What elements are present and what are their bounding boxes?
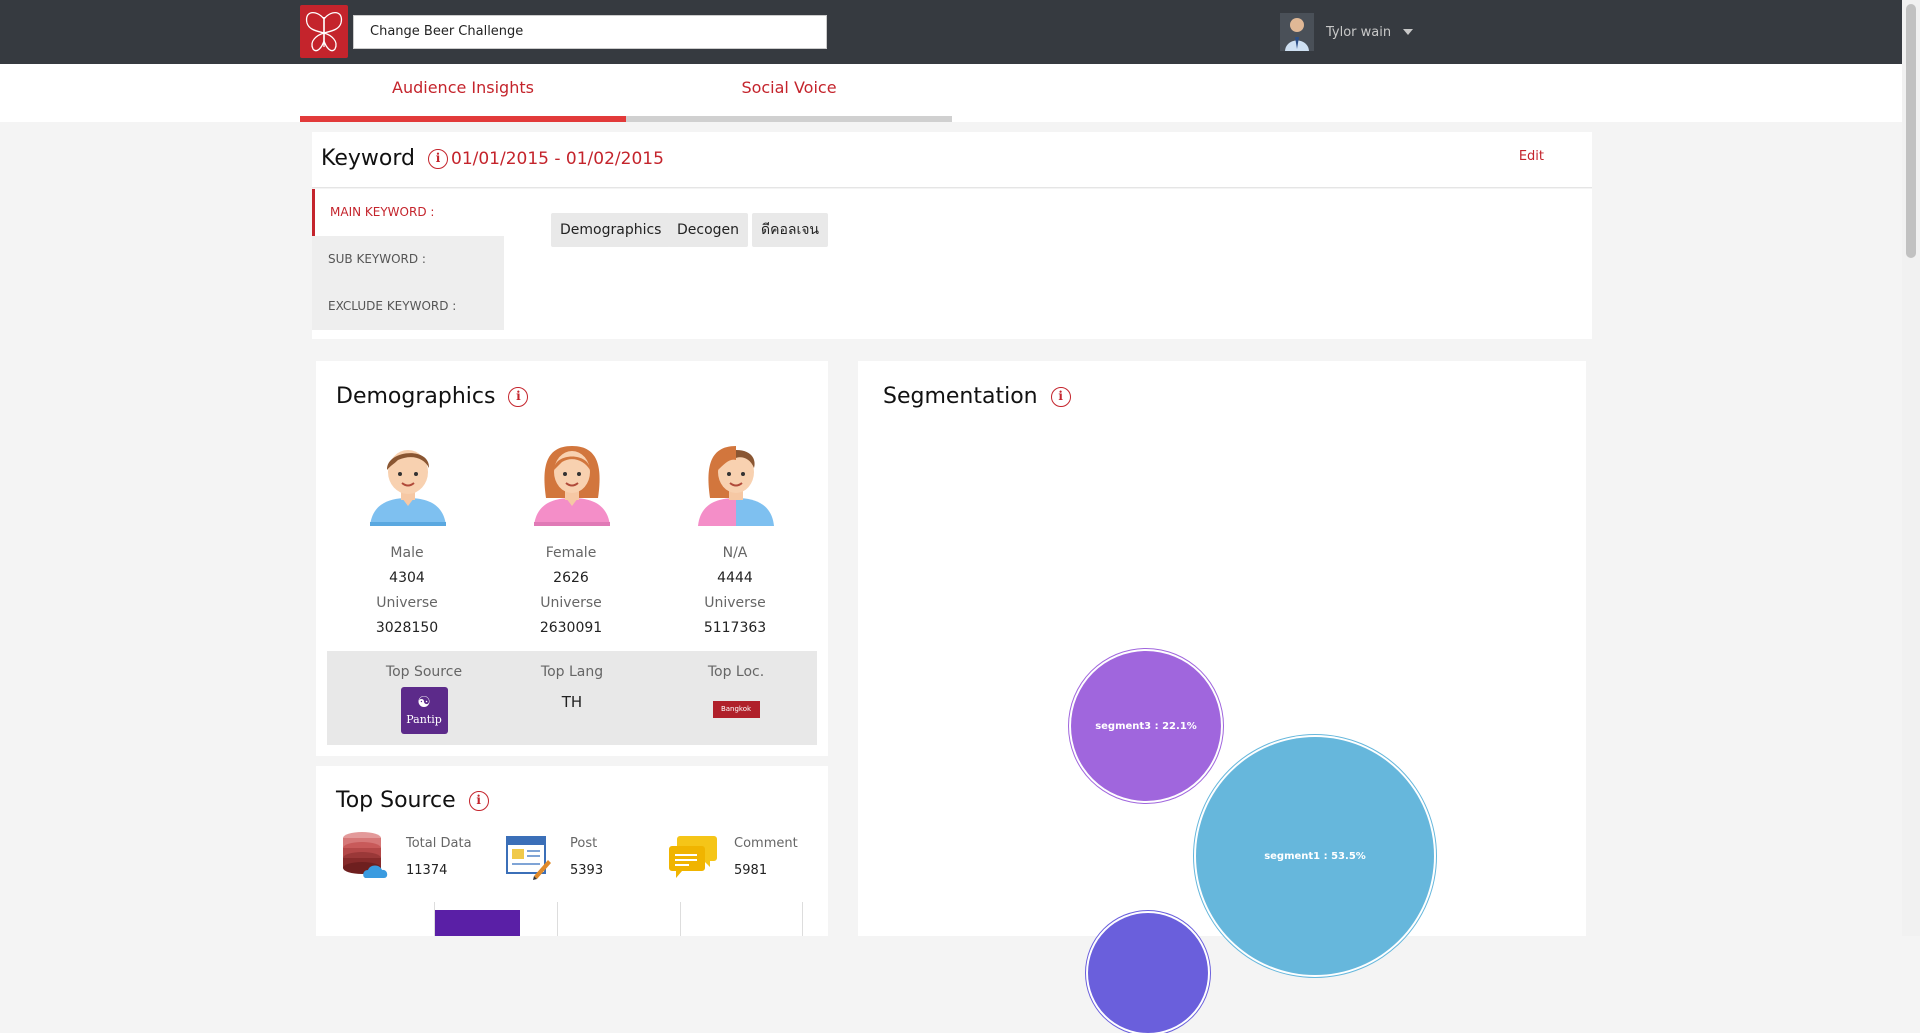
tab-indicator xyxy=(626,116,952,122)
user-avatar-icon xyxy=(1280,13,1314,51)
na-count: 4444 xyxy=(717,570,753,586)
grid-line xyxy=(434,902,435,936)
user-name[interactable]: Tylor wain xyxy=(1326,25,1391,40)
sub-keyword-tab[interactable]: SUB KEYWORD : xyxy=(312,236,504,283)
keyword-chip[interactable]: Decogen xyxy=(668,213,749,247)
scrollbar-thumb[interactable] xyxy=(1906,4,1916,258)
page-scrollbar[interactable] xyxy=(1902,0,1920,936)
post-value: 5393 xyxy=(570,863,604,878)
tab-label: Social Voice xyxy=(741,78,837,97)
female-count: 2626 xyxy=(553,570,589,586)
segmentation-title: Segmentation xyxy=(883,384,1038,409)
segment-bubble[interactable]: segment3 : 22.1% xyxy=(1071,651,1221,801)
na-label: N/A xyxy=(722,545,748,561)
keyword-title: Keyword xyxy=(321,146,415,171)
male-label: Male xyxy=(390,545,424,561)
total-data-value: 11374 xyxy=(406,863,448,878)
male-universe: 3028150 xyxy=(375,620,439,636)
comment-label: Comment xyxy=(734,836,798,851)
tab-indicator xyxy=(300,116,626,122)
universe-label: Universe xyxy=(704,595,766,611)
grid-line xyxy=(802,902,803,936)
info-icon[interactable]: i xyxy=(427,149,448,169)
top-source-title: Top Source xyxy=(336,788,456,813)
total-data-label: Total Data xyxy=(406,836,472,851)
pantip-logo-text: Pantip xyxy=(406,713,442,726)
source-bar[interactable] xyxy=(434,910,520,936)
unknown-gender-avatar-icon xyxy=(698,446,774,526)
pantip-logo-icon: ☯ Pantip xyxy=(400,687,448,734)
database-icon xyxy=(343,832,388,878)
top-navbar: Change Beer Challenge Tylor wain xyxy=(0,0,1902,64)
male-count: 4304 xyxy=(389,570,425,586)
segmentation-title-group: Segmentation i xyxy=(883,384,1071,409)
chevron-down-icon[interactable] xyxy=(1403,29,1414,35)
exclude-keyword-tab[interactable]: EXCLUDE KEYWORD : xyxy=(312,283,504,330)
keyword-chip[interactable]: Demographics xyxy=(551,213,671,247)
demographics-title-group: Demographics i xyxy=(336,384,529,409)
top-loc-cell: Top Loc. Bangkok xyxy=(656,664,816,718)
universe-label: Universe xyxy=(540,595,602,611)
male-avatar-icon xyxy=(370,450,446,526)
tab-social-voice[interactable]: Social Voice xyxy=(626,64,952,122)
date-range: 01/01/2015 - 01/02/2015 xyxy=(451,149,664,169)
bangkok-flag-icon: Bangkok xyxy=(712,701,760,718)
top-source-cell: Top Source ☯ Pantip xyxy=(344,664,504,734)
female-label: Female xyxy=(545,545,597,561)
demographics-title: Demographics xyxy=(336,384,496,409)
top-source-title-group: Top Source i xyxy=(336,788,489,813)
grid-line xyxy=(557,902,558,936)
comment-value: 5981 xyxy=(734,863,768,878)
keyword-header: Keyword i 01/01/2015 - 01/02/2015 Edit xyxy=(312,132,1592,188)
top-lang-value: TH xyxy=(561,693,583,711)
female-universe: 2630091 xyxy=(539,620,603,636)
info-icon[interactable]: i xyxy=(1050,387,1071,407)
main-keyword-tab[interactable]: MAIN KEYWORD : xyxy=(312,189,504,236)
info-icon[interactable]: i xyxy=(508,387,529,407)
na-universe: 5117363 xyxy=(703,620,767,636)
tab-audience-insights[interactable]: Audience Insights xyxy=(300,64,626,122)
post-label: Post xyxy=(570,836,598,851)
grid-line xyxy=(680,902,681,936)
search-input[interactable]: Change Beer Challenge xyxy=(353,15,827,49)
tab-bar: Audience Insights Social Voice xyxy=(0,64,1902,122)
top-loc-label: Top Loc. xyxy=(707,664,765,680)
female-avatar-icon xyxy=(534,446,610,526)
segment-bubble[interactable]: segment1 : 53.5% xyxy=(1196,737,1434,975)
butterfly-logo-icon[interactable] xyxy=(300,5,348,58)
info-icon[interactable]: i xyxy=(468,791,489,811)
male-stats: Male 4304 Universe 3028150 xyxy=(327,545,487,636)
universe-label: Universe xyxy=(376,595,438,611)
post-icon xyxy=(506,836,551,880)
keyword-title-group: Keyword i xyxy=(321,146,448,171)
keyword-sidebar: MAIN KEYWORD : SUB KEYWORD : EXCLUDE KEY… xyxy=(312,189,504,330)
top-summary-strip: Top Source ☯ Pantip Top Lang TH Top Loc.… xyxy=(327,651,817,745)
comment-icon xyxy=(669,836,717,878)
edit-button[interactable]: Edit xyxy=(1519,149,1544,164)
keyword-body: MAIN KEYWORD : SUB KEYWORD : EXCLUDE KEY… xyxy=(312,189,1592,339)
top-lang-label: Top Lang xyxy=(540,664,604,680)
user-menu[interactable]: Tylor wain xyxy=(1280,13,1414,51)
top-source-label: Top Source xyxy=(385,664,463,680)
segment-bubble[interactable] xyxy=(1088,913,1208,1033)
female-stats: Female 2626 Universe 2630091 xyxy=(491,545,651,636)
top-lang-cell: Top Lang TH xyxy=(492,664,652,711)
na-stats: N/A 4444 Universe 5117363 xyxy=(655,545,815,636)
tab-label: Audience Insights xyxy=(392,78,534,97)
keyword-chip[interactable]: ดีคอลเจน xyxy=(752,213,829,247)
